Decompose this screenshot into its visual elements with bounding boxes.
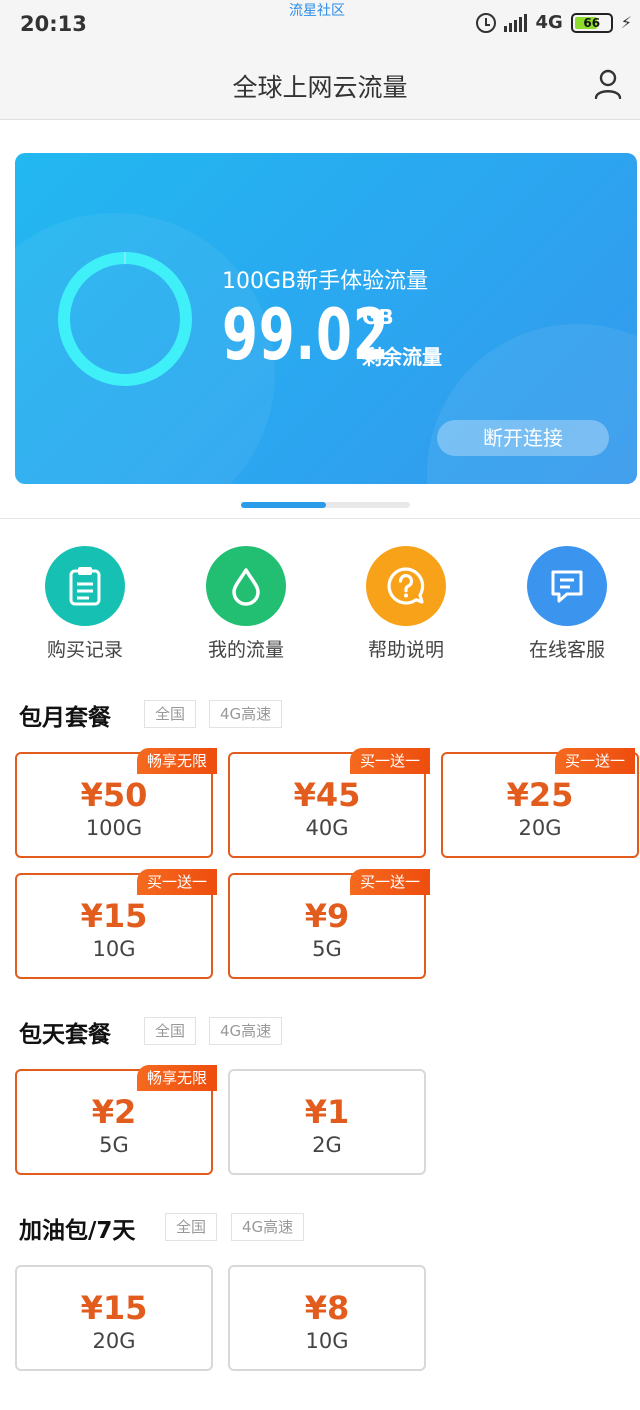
tag-4g: 4G高速 xyxy=(231,1213,305,1241)
watermark-text: 流星社区 xyxy=(289,3,345,19)
plan-size: 5G xyxy=(312,937,342,961)
daily-title: 包天套餐 xyxy=(19,1022,111,1048)
page-title: 全球上网云流量 xyxy=(232,73,408,102)
user-profile-icon[interactable] xyxy=(594,69,622,99)
status-icons: 4G 66 ⚡ xyxy=(476,12,632,33)
quick-purchase-history[interactable]: 购买记录 xyxy=(25,546,145,662)
quick-label: 在线客服 xyxy=(528,639,605,661)
plan-card[interactable]: ¥1 2G xyxy=(228,1069,426,1175)
remaining-label: 剩余流量 xyxy=(362,345,442,369)
plan-price: ¥25 xyxy=(506,776,574,814)
plan-price: ¥15 xyxy=(80,897,148,935)
plan-card[interactable]: ¥2 5G 畅享无限 xyxy=(15,1065,217,1175)
plan-card[interactable]: ¥15 20G xyxy=(15,1265,213,1371)
plan-price: ¥15 xyxy=(80,1289,148,1327)
question-icon xyxy=(366,546,446,626)
plan-size: 2G xyxy=(312,1133,342,1157)
battery-level: 66 xyxy=(583,15,601,30)
plan-size: 40G xyxy=(305,816,349,840)
plan-badge: 买一送一 xyxy=(349,748,430,774)
traffic-banner: 100GB新手体验流量 99.02 GB 剩余流量 断开连接 xyxy=(15,153,637,484)
quick-help[interactable]: 帮助说明 xyxy=(346,546,466,662)
plan-card[interactable]: ¥25 20G 买一送一 xyxy=(441,748,639,858)
plan-badge: 买一送一 xyxy=(136,869,217,895)
monthly-title: 包月套餐 xyxy=(19,705,111,731)
disconnect-button[interactable]: 断开连接 xyxy=(437,420,609,456)
nav-bar: 全球上网云流量 xyxy=(0,52,640,120)
plan-card[interactable]: ¥9 5G 买一送一 xyxy=(228,869,430,979)
plan-name: 100GB新手体验流量 xyxy=(222,269,429,294)
tag-nationwide: 全国 xyxy=(165,1213,218,1241)
quick-label: 我的流量 xyxy=(207,639,284,661)
divider xyxy=(0,518,640,519)
plan-card[interactable]: ¥45 40G 买一送一 xyxy=(228,748,430,858)
network-type: 4G xyxy=(535,12,563,33)
drop-icon xyxy=(206,546,286,626)
plan-price: ¥1 xyxy=(304,1093,350,1131)
clipboard-icon xyxy=(45,546,125,626)
tag-4g: 4G高速 xyxy=(209,1017,283,1045)
plan-size: 20G xyxy=(518,816,562,840)
plan-size: 100G xyxy=(85,816,143,840)
plan-price: ¥9 xyxy=(304,897,350,935)
plan-price: ¥2 xyxy=(91,1093,137,1131)
plan-size: 5G xyxy=(99,1133,129,1157)
plan-card[interactable]: ¥50 100G 畅享无限 xyxy=(15,748,217,858)
plan-price: ¥8 xyxy=(304,1289,350,1327)
tag-nationwide: 全国 xyxy=(144,700,197,728)
plan-size: 20G xyxy=(92,1329,136,1353)
quick-online-service[interactable]: 在线客服 xyxy=(507,546,627,662)
plan-price: ¥45 xyxy=(293,776,361,814)
signal-icon xyxy=(504,13,528,32)
status-time: 20:13 xyxy=(20,12,87,36)
alarm-icon xyxy=(476,12,497,33)
plan-badge: 买一送一 xyxy=(349,869,430,895)
plan-card[interactable]: ¥8 10G xyxy=(228,1265,426,1371)
battery-icon: 66 xyxy=(570,12,613,33)
remaining-unit: GB xyxy=(362,305,394,329)
plan-badge: 畅享无限 xyxy=(136,1065,217,1091)
carousel-indicator xyxy=(241,502,410,508)
plan-size: 10G xyxy=(305,1329,349,1353)
addon-title: 加油包/7天 xyxy=(19,1218,136,1244)
quick-label: 帮助说明 xyxy=(367,639,444,661)
traffic-ring xyxy=(58,252,192,386)
plan-badge: 买一送一 xyxy=(554,748,635,774)
plan-card[interactable]: ¥15 10G 买一送一 xyxy=(15,869,217,979)
tag-nationwide: 全国 xyxy=(144,1017,197,1045)
quick-my-traffic[interactable]: 我的流量 xyxy=(186,546,306,662)
status-bar: 20:13 流星社区 4G 66 ⚡ xyxy=(0,0,640,52)
plan-badge: 畅享无限 xyxy=(136,748,217,774)
chat-icon xyxy=(527,546,607,626)
plan-price: ¥50 xyxy=(80,776,148,814)
charging-icon: ⚡ xyxy=(620,13,632,32)
tag-4g: 4G高速 xyxy=(209,700,283,728)
quick-label: 购买记录 xyxy=(46,639,123,661)
plan-size: 10G xyxy=(92,937,136,961)
